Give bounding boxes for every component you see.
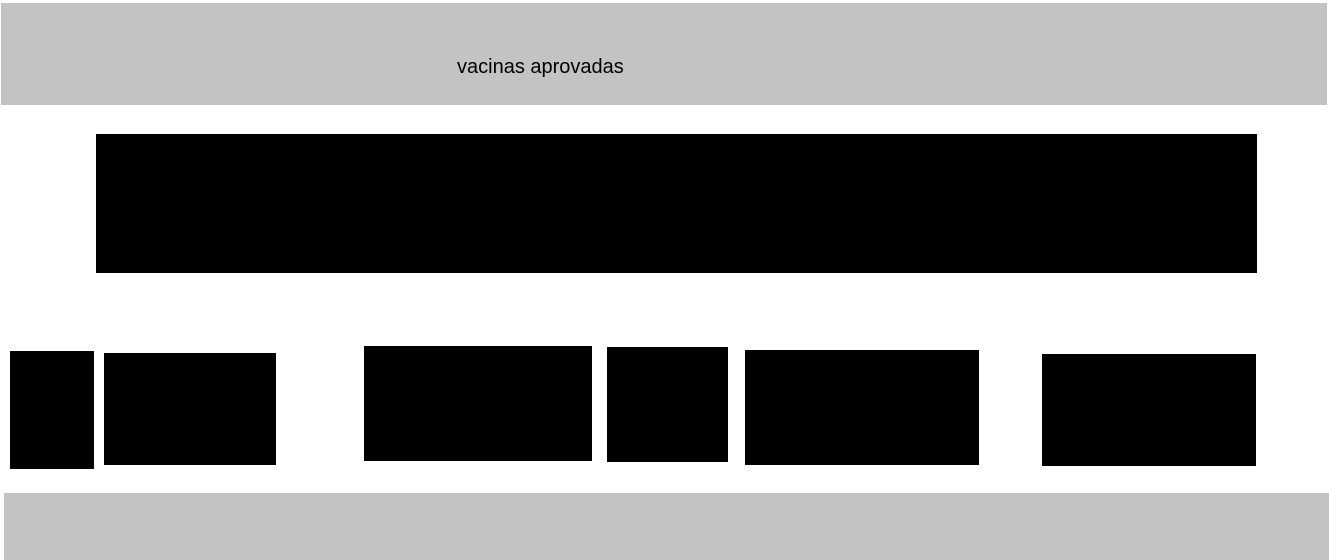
page: vacinas aprovadas [0,0,1329,560]
header-bar: vacinas aprovadas [1,3,1327,105]
content-block-4 [607,347,728,462]
content-block-1 [10,351,94,469]
banner-image [96,134,1257,273]
content-block-5 [745,350,979,465]
page-title: vacinas aprovadas [457,56,624,78]
content-block-2 [104,353,276,465]
content-block-6 [1042,354,1256,466]
footer-bar [4,493,1329,560]
content-block-3 [364,346,592,461]
